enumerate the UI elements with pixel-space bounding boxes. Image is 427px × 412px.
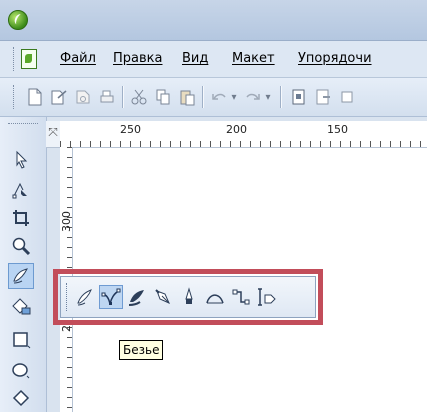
curve-tool-icon[interactable] — [8, 263, 34, 289]
menu-arrange[interactable]: Упорядочи — [298, 51, 372, 66]
menu-view[interactable]: Вид — [182, 51, 208, 66]
dimension-tool-icon[interactable] — [255, 285, 279, 309]
menu-edit[interactable]: Правка — [113, 51, 162, 66]
3-point-curve-tool-icon[interactable] — [203, 285, 227, 309]
ruler-label: 150 — [327, 123, 348, 136]
undo-icon[interactable] — [208, 86, 230, 108]
coreldraw-app-icon[interactable] — [8, 10, 28, 30]
pen-tool-icon[interactable] — [151, 285, 175, 309]
curve-flyout-toolbar — [60, 276, 316, 318]
redo-icon[interactable] — [242, 86, 264, 108]
freehand-tool-icon[interactable] — [73, 285, 97, 309]
export-icon[interactable] — [312, 86, 334, 108]
ruler-label: 200 — [226, 123, 247, 136]
zoom-tool-icon[interactable] — [8, 233, 34, 259]
pick-tool-icon[interactable] — [8, 147, 34, 173]
app-window: Файл Правка Вид Макет Упорядочи ▾ ▾ ⤧ 25… — [0, 0, 427, 412]
toolbar-separator — [280, 86, 282, 108]
ruler-label: 250 — [120, 123, 141, 136]
rectangle-tool-icon[interactable] — [8, 327, 34, 353]
toolbox-grip[interactable] — [8, 123, 38, 126]
ruler-origin[interactable]: ⤧ — [46, 121, 61, 148]
save-icon[interactable] — [72, 86, 94, 108]
bezier-tool-icon[interactable] — [99, 285, 123, 309]
application-launcher-icon[interactable] — [336, 86, 358, 108]
menubar-grip[interactable] — [13, 47, 16, 71]
ruler-label: 2 — [60, 325, 73, 332]
document-icon[interactable] — [21, 49, 37, 69]
standard-toolbar: ▾ ▾ — [0, 78, 427, 117]
paste-icon[interactable] — [176, 86, 198, 108]
print-icon[interactable] — [96, 86, 118, 108]
undo-dropdown-icon[interactable]: ▾ — [228, 86, 240, 108]
cut-icon[interactable] — [128, 86, 150, 108]
menu-file[interactable]: Файл — [60, 51, 96, 66]
toolbox — [0, 117, 47, 412]
toolbar-separator — [122, 86, 124, 108]
title-bar — [0, 0, 427, 41]
toolbar-separator — [202, 86, 204, 108]
open-icon[interactable] — [48, 86, 70, 108]
new-icon[interactable] — [24, 86, 46, 108]
redo-dropdown-icon[interactable]: ▾ — [262, 86, 274, 108]
menu-bar: Файл Правка Вид Макет Упорядочи — [0, 41, 427, 78]
artistic-media-tool-icon[interactable] — [125, 285, 149, 309]
polyline-tool-icon[interactable] — [177, 285, 201, 309]
tooltip: Безье — [119, 340, 164, 360]
import-icon[interactable] — [288, 86, 310, 108]
smart-fill-tool-icon[interactable] — [8, 293, 34, 319]
shape-tool-icon[interactable] — [8, 177, 34, 203]
horizontal-ruler[interactable]: 250 200 150 — [60, 121, 427, 148]
polygon-tool-icon[interactable] — [8, 385, 34, 411]
ruler-ticks — [60, 141, 427, 147]
ruler-label: 300 — [60, 211, 73, 232]
toolbar-grip[interactable] — [13, 85, 16, 109]
connector-tool-icon[interactable] — [229, 285, 253, 309]
copy-icon[interactable] — [152, 86, 174, 108]
ellipse-tool-icon[interactable] — [8, 357, 34, 383]
flyout-grip[interactable] — [66, 283, 69, 311]
crop-tool-icon[interactable] — [8, 205, 34, 231]
menu-layout[interactable]: Макет — [232, 51, 275, 66]
